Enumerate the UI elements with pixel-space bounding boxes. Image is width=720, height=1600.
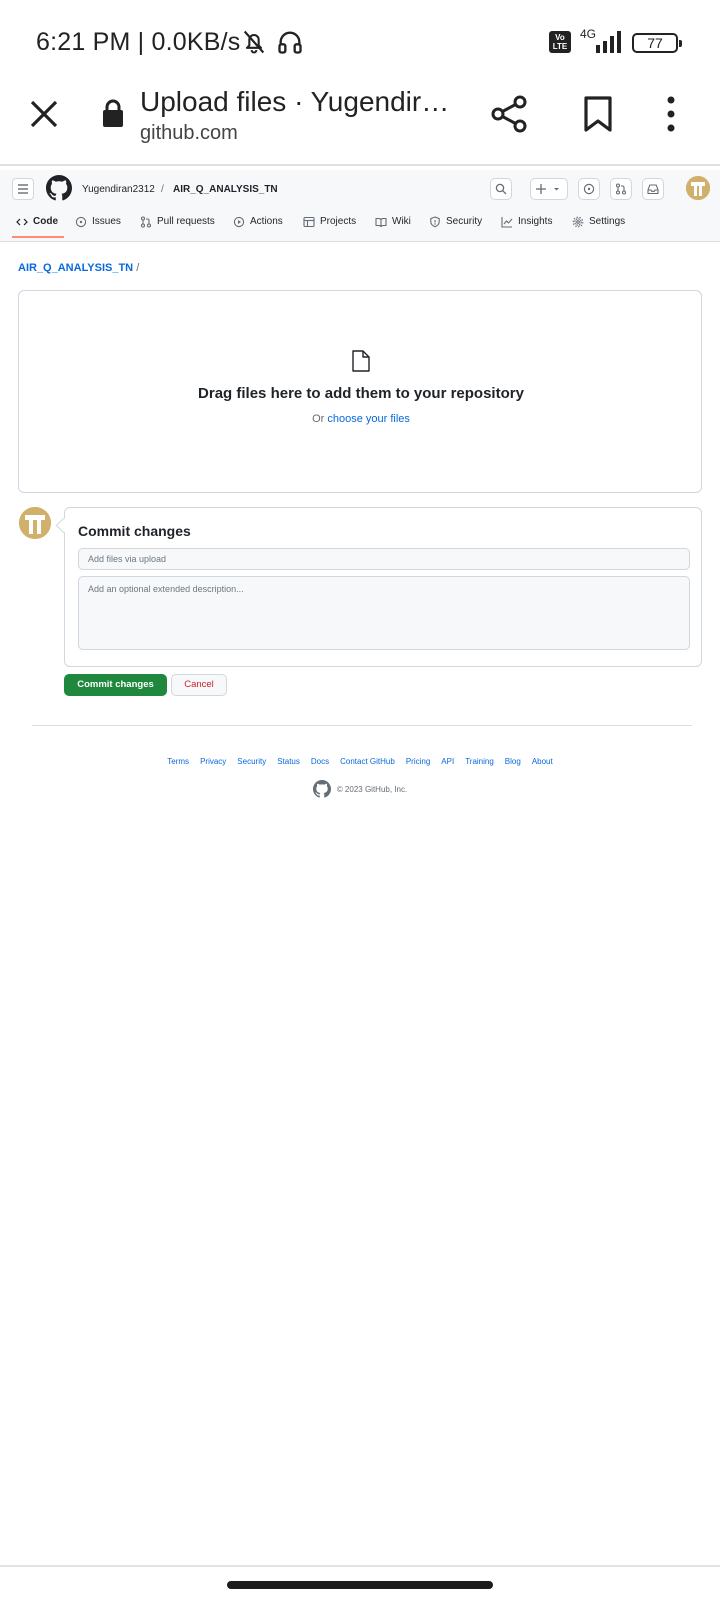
- bookmark-icon[interactable]: [582, 96, 614, 132]
- tab-label: Wiki: [392, 216, 411, 227]
- footer-link-privacy[interactable]: Privacy: [200, 757, 226, 766]
- commit-title: Commit changes: [78, 523, 191, 539]
- commit-changes-button[interactable]: Commit changes: [64, 674, 167, 696]
- tab-pull-requests[interactable]: Pull requests: [140, 212, 215, 242]
- tab-label: Projects: [320, 216, 357, 227]
- path-separator: /: [136, 262, 140, 274]
- actions-icon: [233, 216, 245, 228]
- issues-button[interactable]: [578, 178, 600, 200]
- footer-copyright: © 2023 GitHub, Inc.: [0, 780, 720, 798]
- status-time: 6:21 PM | 0.0KB/s: [36, 28, 241, 56]
- repo-nav: Code Issues Pull requests Actions Projec…: [0, 212, 720, 242]
- user-avatar[interactable]: [686, 176, 710, 200]
- footer-link-security[interactable]: Security: [237, 757, 266, 766]
- plus-dropdown-icon: [536, 184, 559, 194]
- tab-label: Settings: [589, 216, 626, 227]
- volte-icon: Vo LTE: [549, 31, 571, 53]
- cancel-button[interactable]: Cancel: [171, 674, 227, 696]
- hamburger-icon: [18, 184, 28, 194]
- footer-link-about[interactable]: About: [532, 757, 553, 766]
- create-new-button[interactable]: [530, 178, 568, 200]
- path-repo-link[interactable]: AIR_Q_ANALYSIS_TN: [18, 262, 133, 274]
- file-icon: [352, 350, 370, 372]
- tab-issues[interactable]: Issues: [75, 212, 121, 242]
- file-dropzone[interactable]: Drag files here to add them to your repo…: [18, 290, 702, 493]
- tab-label: Actions: [250, 216, 283, 227]
- copyright-text: © 2023 GitHub, Inc.: [336, 784, 408, 794]
- footer-links: Terms Privacy Security Status Docs Conta…: [0, 757, 720, 766]
- footer-link-docs[interactable]: Docs: [311, 757, 329, 766]
- tab-insights[interactable]: Insights: [501, 212, 552, 242]
- tab-wiki[interactable]: Wiki: [375, 212, 411, 242]
- more-vert-icon[interactable]: [664, 96, 678, 132]
- footer-link-contact[interactable]: Contact GitHub: [340, 757, 395, 766]
- status-bar: 6:21 PM | 0.0KB/s Vo LTE 4G 77: [0, 0, 720, 84]
- dropzone-prefix: Or: [312, 413, 325, 425]
- close-icon[interactable]: [26, 96, 62, 132]
- code-icon: [16, 218, 28, 226]
- footer-link-status[interactable]: Status: [277, 757, 300, 766]
- footer-link-training[interactable]: Training: [465, 757, 494, 766]
- shield-icon: [430, 216, 440, 228]
- battery-icon: 77: [632, 33, 682, 53]
- tab-label: Pull requests: [157, 216, 215, 227]
- footer-link-terms[interactable]: Terms: [167, 757, 189, 766]
- footer-link-pricing[interactable]: Pricing: [406, 757, 430, 766]
- upload-path: AIR_Q_ANALYSIS_TN /: [18, 262, 139, 274]
- search-button[interactable]: [490, 178, 512, 200]
- commit-description-input[interactable]: Add an optional extended description...: [78, 576, 690, 650]
- tab-projects[interactable]: Projects: [303, 212, 356, 242]
- footer-link-api[interactable]: API: [441, 757, 454, 766]
- tab-settings[interactable]: Settings: [572, 212, 625, 242]
- identicon-icon: [19, 507, 51, 539]
- breadcrumb-owner[interactable]: Yugendiran2312: [82, 184, 155, 195]
- menu-button[interactable]: [12, 178, 34, 200]
- footer-link-blog[interactable]: Blog: [505, 757, 521, 766]
- page-title: Upload files · Yugendir…: [140, 86, 450, 117]
- graph-icon: [501, 217, 513, 228]
- dropzone-subtitle: Or choose your files: [19, 413, 703, 425]
- tab-label: Code: [33, 216, 58, 227]
- pull-request-icon: [140, 216, 152, 228]
- tab-security[interactable]: Security: [429, 212, 482, 242]
- tab-label: Insights: [518, 216, 553, 227]
- headset-icon: [278, 31, 302, 54]
- issue-icon: [75, 216, 87, 228]
- pull-requests-button[interactable]: [610, 178, 632, 200]
- lock-icon[interactable]: [102, 98, 124, 128]
- inbox-button[interactable]: [642, 178, 664, 200]
- choose-files-link[interactable]: choose your files: [327, 413, 410, 425]
- share-icon[interactable]: [490, 94, 530, 134]
- tab-label: Security: [446, 216, 483, 227]
- commit-form: Commit changes Add files via upload Add …: [64, 507, 702, 667]
- signal-icon: [596, 31, 621, 53]
- issue-icon: [583, 183, 595, 195]
- footer-divider: [32, 725, 692, 726]
- projects-icon: [303, 216, 315, 228]
- notifications-muted-icon: [243, 30, 265, 54]
- breadcrumb-repo[interactable]: AIR_Q_ANALYSIS_TN: [173, 184, 278, 195]
- search-icon: [495, 183, 507, 195]
- commit-author-avatar: [19, 507, 51, 539]
- active-tab-indicator: [12, 236, 64, 238]
- wiki-icon: [375, 217, 387, 228]
- breadcrumb-separator: /: [161, 184, 164, 195]
- pull-request-icon: [615, 183, 627, 195]
- identicon-icon: [686, 176, 710, 200]
- tab-actions[interactable]: Actions: [233, 212, 283, 242]
- home-gesture-bar[interactable]: [227, 1581, 493, 1589]
- commit-summary-input[interactable]: Add files via upload: [78, 548, 690, 570]
- page-url[interactable]: github.com: [140, 122, 238, 145]
- gear-icon: [572, 216, 584, 228]
- browser-toolbar: Upload files · Yugendir… github.com: [0, 84, 720, 166]
- github-logo-icon[interactable]: [312, 780, 331, 798]
- tab-label: Issues: [92, 216, 121, 227]
- github-header: Yugendiran2312 / AIR_Q_ANALYSIS_TN Code …: [0, 170, 720, 242]
- nav-bar-divider: [0, 1565, 720, 1567]
- github-logo-icon[interactable]: [46, 175, 72, 201]
- dropzone-title: Drag files here to add them to your repo…: [198, 385, 524, 402]
- inbox-icon: [647, 184, 659, 195]
